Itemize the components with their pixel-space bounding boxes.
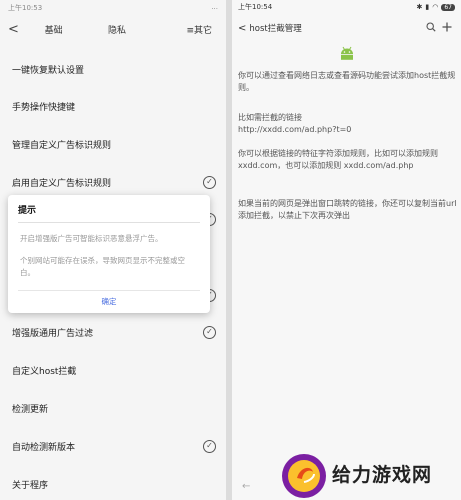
menu-item-label: 一键恢复默认设置 [12, 65, 85, 76]
help-paragraph: 比如需拦截的链接 [238, 113, 302, 122]
app-header: < host拦截管理 [232, 14, 461, 42]
status-bar: 上午10:53 ... [0, 0, 226, 16]
menu-item-label: 关于程序 [12, 480, 49, 491]
signal-icon: ▮ [425, 3, 430, 11]
menu-item-label: 管理自定义广告标识规则 [12, 140, 112, 151]
watermark-logo-icon [282, 454, 326, 498]
settings-tabs: < 基础 隐私 ≡其它 [0, 16, 226, 42]
menu-item-restore-defaults[interactable]: 一键恢复默认设置 [12, 59, 216, 79]
tab-basic[interactable]: 基础 [22, 23, 85, 36]
menu-item-label: 手势操作快捷键 [12, 102, 76, 113]
menu-item-label: 增强版通用广告过滤 [12, 328, 94, 339]
back-icon[interactable]: < [8, 22, 22, 37]
menu-item-label: 启用自定义广告标识规则 [12, 178, 112, 189]
menu-item-enable-ad-rules[interactable]: 启用自定义广告标识规则 ✓ [12, 172, 216, 192]
android-icon [341, 46, 353, 60]
page-title: host拦截管理 [249, 24, 302, 34]
wifi-icon: ◠ [432, 3, 439, 11]
help-paragraph: 你可以根据链接的特征字符添加规则，比如可以添加规则xxdd.com，也可以添加规… [238, 149, 438, 170]
status-time: 上午10:53 [8, 4, 43, 12]
status-icons: ✱ ▮ ◠ 67 [417, 2, 455, 12]
screenshot-root: 上午10:53 ... < 基础 隐私 ≡其它 一键恢复默认设置 手势操作快捷键… [0, 0, 461, 500]
menu-item-label: 检测更新 [12, 404, 49, 415]
menu-item-label: 自动检测新版本 [12, 442, 76, 453]
watermark-text: 给力游戏网 [332, 464, 433, 486]
checkmark-icon[interactable]: ✓ [203, 325, 216, 339]
settings-screen: 上午10:53 ... < 基础 隐私 ≡其它 一键恢复默认设置 手势操作快捷键… [0, 0, 226, 500]
menu-item-custom-host-block[interactable]: 自定义host拦截 [12, 360, 216, 380]
prompt-dialog: 提示 开启增强版广告可智能标识恶意悬浮广告。 个别网站可能存在误杀，导致网页显示… [8, 195, 210, 313]
dialog-text: 开启增强版广告可智能标识恶意悬浮广告。 [20, 234, 163, 243]
help-link-example: http://xxdd.com/ad.php?t=0 [238, 125, 352, 134]
dialog-divider [18, 290, 200, 291]
status-bar: 上午10:54 ✱ ▮ ◠ 67 [232, 0, 461, 14]
tab-privacy[interactable]: 隐私 [85, 23, 148, 36]
menu-item-auto-check-version[interactable]: 自动检测新版本 ✓ [12, 436, 216, 456]
help-paragraph: 如果当前的网页是弹出窗口跳转的链接，你还可以复制当前url添加拦截，以禁止下次再… [238, 199, 457, 220]
checkmark-icon[interactable]: ✓ [203, 439, 216, 453]
menu-item-gesture-shortcuts[interactable]: 手势操作快捷键 [12, 96, 216, 116]
menu-item-manage-ad-rules[interactable]: 管理自定义广告标识规则 [12, 134, 216, 154]
status-time: 上午10:54 [238, 3, 273, 11]
battery-icon: 67 [441, 3, 455, 11]
back-icon[interactable]: < [238, 23, 246, 34]
menu-item-check-update[interactable]: 检测更新 [12, 398, 216, 418]
dialog-title: 提示 [18, 206, 37, 216]
host-block-screen: 上午10:54 ✱ ▮ ◠ 67 < host拦截管理 你可以通过查看网络日志或… [232, 0, 461, 500]
tab-other[interactable]: ≡其它 [149, 23, 218, 36]
checkmark-icon[interactable]: ✓ [203, 175, 216, 189]
dialog-text: 个别网站可能存在误杀，导致网页显示不完整或空白。 [20, 256, 185, 277]
help-paragraph: 你可以通过查看网络日志或查看源码功能尝试添加host拦截规则。 [238, 71, 456, 92]
menu-item-about[interactable]: 关于程序 [12, 474, 216, 494]
nav-back-icon[interactable]: ← [242, 481, 250, 492]
status-extra: ... [211, 3, 218, 11]
watermark: 给力游戏网 [280, 452, 461, 500]
bluetooth-icon: ✱ [416, 3, 423, 11]
add-icon[interactable] [439, 22, 455, 35]
search-icon[interactable] [423, 21, 439, 35]
menu-item-enhanced-ad-filter[interactable]: 增强版通用广告过滤 ✓ [12, 322, 216, 342]
confirm-button[interactable]: 确定 [8, 295, 210, 309]
menu-item-label: 自定义host拦截 [12, 366, 77, 377]
